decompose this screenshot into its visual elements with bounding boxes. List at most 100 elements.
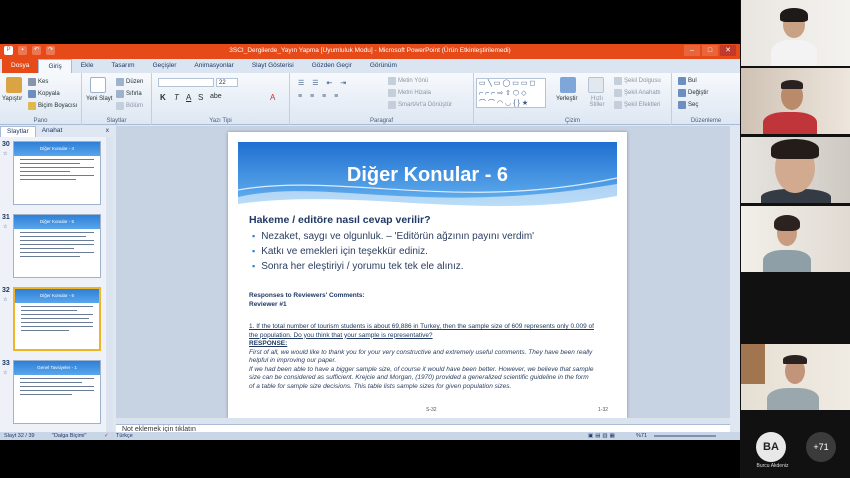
paste-icon [6, 77, 22, 93]
shape-effects-button[interactable]: Şekil Efektleri [614, 101, 660, 109]
current-slide[interactable]: Diğer Konular - 6 Hakeme / editöre nasıl… [228, 132, 627, 418]
spellcheck-icon[interactable]: ✓ [104, 432, 109, 440]
notes-pane[interactable]: Not eklemek için tıklatın [116, 424, 730, 432]
scissors-icon [28, 78, 36, 86]
tab-design[interactable]: Tasarım [102, 59, 143, 73]
ribbon-tabs: Dosya Giriş Ekle Tasarım Geçişler Animas… [0, 59, 740, 73]
shape-outline-button[interactable]: Şekil Anahattı [614, 89, 661, 97]
drawing-group-label: Çizim [565, 118, 580, 124]
slide-thumbnail[interactable]: Diğer Konular - 4 [13, 141, 101, 205]
tab-animations[interactable]: Animasyonlar [185, 59, 242, 73]
arrange-button[interactable]: Yerleştir [556, 96, 577, 102]
paragraph-group: ☰ ☰ ⇤ ⇥ ≡ ≡ ≡ ≡ Metin Yönü Metni Hizala … [290, 73, 474, 125]
convert-smartart-button[interactable]: SmartArt'a Dönüştür [388, 101, 452, 109]
cursor-icon [678, 101, 686, 109]
maximize-icon[interactable]: □ [702, 45, 718, 56]
tab-transitions[interactable]: Geçişler [144, 59, 186, 73]
participant-video[interactable] [741, 344, 850, 410]
paste-button[interactable]: Yapıştır [2, 96, 22, 102]
close-pane-icon[interactable]: x [102, 126, 113, 137]
shape-fill-button[interactable]: Şekil Dolgusu [614, 77, 661, 85]
thumbnail-title: Diğer Konular - 6 [15, 289, 99, 303]
find-button[interactable]: Bul [678, 77, 697, 85]
shapes-gallery[interactable]: ▭╲▭◯▭▭◻ ⌐⌐⌐⇨⇧⬡◇ ⌒⌒◠◡{}★ [476, 78, 546, 108]
clipboard-group: Yapıştır Kes Kopyala Biçim Boyacısı Pano [0, 73, 82, 125]
bold-button[interactable]: K [160, 93, 166, 102]
participant-video[interactable] [741, 137, 850, 203]
reviewer-response-excerpt: Responses to Reviewers' Comments: Review… [249, 292, 594, 391]
bullet-item: Nezaket, saygı ve olgunluk. – 'Editörün … [252, 229, 534, 244]
text-direction-button[interactable]: Metin Yönü [388, 77, 428, 85]
avatar-name: Burcu Akdeniz [756, 463, 789, 469]
tab-slides[interactable]: Slaytlar [0, 126, 36, 137]
tab-outline[interactable]: Anahat [36, 126, 69, 137]
tab-view[interactable]: Görünüm [361, 59, 406, 73]
thumbnail-title: Diğer Konular - 4 [14, 142, 100, 156]
thumbnail-number: 31 [2, 214, 10, 221]
replace-icon [678, 89, 686, 97]
select-button[interactable]: Seç [678, 101, 698, 109]
language[interactable]: Türkçe [116, 432, 133, 440]
shadow-button[interactable]: abe [210, 93, 222, 100]
close-icon[interactable]: ✕ [720, 45, 736, 56]
quick-styles-button[interactable]: Hızlı Stiller [586, 96, 608, 108]
left-pane-tabs: Slaytlar Anahat x [0, 126, 113, 137]
slide-thumbnail[interactable]: Genel Tavsiyeler - 1 [13, 360, 101, 424]
transition-star-icon: ☆ [3, 370, 8, 376]
binoculars-icon [678, 77, 686, 85]
format-painter-button[interactable]: Biçim Boyacısı [28, 102, 77, 110]
section-button[interactable]: Bölüm [116, 102, 143, 110]
replace-button[interactable]: Değiştir [678, 89, 708, 97]
font-name-box[interactable] [158, 78, 214, 87]
editing-group-label: Düzenleme [690, 118, 722, 124]
zoom-level[interactable]: %71 [636, 432, 647, 440]
brush-icon [28, 102, 36, 110]
paragraph-group-label: Paragraf [369, 118, 393, 124]
tab-review[interactable]: Gözden Geçir [303, 59, 361, 73]
outline-icon [614, 89, 622, 97]
section-icon [116, 102, 124, 110]
window-title: 3SCI_Dergilerde_Yayın Yapma [Uyumluluk M… [229, 47, 511, 54]
font-size-box[interactable]: 22 [216, 78, 238, 87]
slide-thumbnail[interactable]: Diğer Konular - 5 [13, 214, 101, 278]
more-participants-button[interactable]: +71 [806, 432, 836, 462]
tab-slideshow[interactable]: Slayt Gösterisi [243, 59, 303, 73]
thumbnail-scrollbar[interactable] [106, 137, 113, 432]
font-color-button[interactable]: A [270, 93, 275, 102]
zoom-slider[interactable] [654, 435, 716, 437]
layout-icon [116, 78, 124, 86]
copy-button[interactable]: Kopyala [28, 90, 60, 98]
view-buttons[interactable]: ▣▤▥▦ [588, 432, 617, 440]
strikethrough-button[interactable]: S [198, 93, 203, 102]
new-slide-button[interactable]: Yeni Slayt [86, 96, 114, 102]
avatar[interactable]: BA [756, 432, 786, 462]
align-text-button[interactable]: Metni Hizala [388, 89, 431, 97]
participant-video[interactable] [741, 68, 850, 134]
layout-button[interactable]: Düzen [116, 78, 143, 86]
bullet-list: Nezaket, saygı ve olgunluk. – 'Editörün … [252, 229, 534, 274]
window-controls: – □ ✕ [684, 45, 736, 56]
slide-footer-right: 1-32 [598, 407, 609, 413]
cut-button[interactable]: Kes [28, 78, 48, 86]
slide-title: Diğer Konular - 6 [346, 164, 509, 186]
underline-button[interactable]: A [186, 93, 191, 102]
align-buttons[interactable]: ≡ ≡ ≡ ≡ [298, 93, 341, 100]
italic-button[interactable]: T [174, 93, 179, 102]
participant-video[interactable] [741, 206, 850, 272]
thumbnail-title: Genel Tavsiyeler - 1 [14, 361, 100, 375]
participant-video[interactable] [741, 0, 850, 66]
tab-insert[interactable]: Ekle [72, 59, 103, 73]
clipboard-group-label: Pano [33, 118, 48, 124]
tab-file[interactable]: Dosya [2, 59, 39, 73]
title-bar: P ▪ ↶ ↷ 3SCI_Dergilerde_Yayın Yapma [Uyu… [0, 44, 740, 59]
editing-group: Bul Değiştir Seç Düzenleme [672, 73, 740, 125]
minimize-icon[interactable]: – [684, 45, 700, 56]
reset-button[interactable]: Sıfırla [116, 90, 142, 98]
participants-panel [740, 0, 850, 478]
arrange-icon [560, 77, 576, 93]
transition-star-icon: ☆ [3, 151, 8, 157]
list-buttons[interactable]: ☰ ☰ ⇤ ⇥ [298, 79, 349, 87]
smartart-icon [388, 101, 396, 109]
slide-thumbnail-selected[interactable]: Diğer Konular - 6 [13, 287, 101, 351]
tab-home[interactable]: Giriş [38, 59, 72, 73]
